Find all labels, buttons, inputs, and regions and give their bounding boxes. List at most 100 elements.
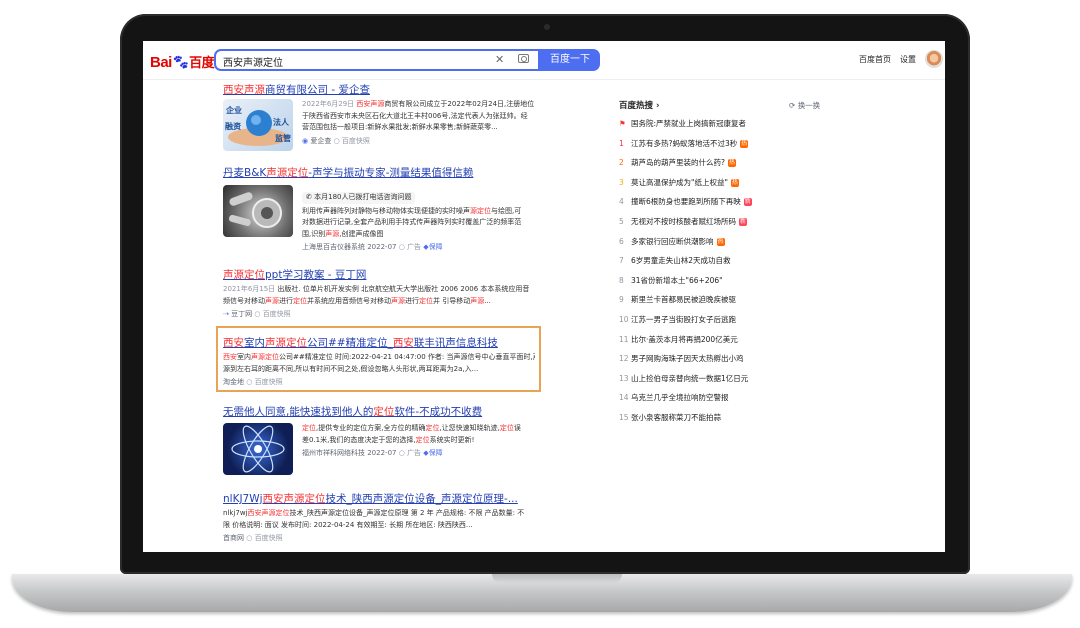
thumb-word: 法人 [273,117,290,127]
hot-text: 国务院:严禁就业上岗搞新冠康复者 [631,119,747,128]
hot-search-item[interactable]: 13 山上捡伯母亲替向统一数据1亿日元 [619,373,748,384]
result-title-link[interactable]: nlKJ7Wj西安声源定位技术_陕西声源定位设备_声源定位原理-... [223,491,543,506]
hot-rank: 1 [619,138,624,148]
result-title-link[interactable]: 声源定位ppt学习教案 - 豆丁网 [223,267,543,282]
abstract-hit: 声源 [265,296,279,305]
result-title-link[interactable]: 丹麦B&K声源定位-声学与振动专家-测量结果值得信赖 [223,165,543,180]
hot-rank: 13 [619,373,629,383]
hot-text: 多家银行回应断供潮影响 [631,236,714,246]
hot-search-item[interactable]: 1 江苏有多热?蚂蚁落地活不过3秒热 [619,138,749,149]
hot-text: 乌克兰几乎全境拉响防空警报 [631,393,729,403]
hot-search-item[interactable]: 4 撞断6根防身也要跑到所随下再映新 [619,196,752,207]
result-item: 西安室内声源定位公司##精准定位_西安联丰讯声信息科技 西安室内声源定位公司##… [223,335,538,387]
title-text: nlKJ7Wj [223,493,263,505]
result-source[interactable]: 上海思百吉仪器系统 2022-07 [302,243,396,251]
kuaizhao-link[interactable]: 百度快照 [255,534,283,542]
abstract-text: ,提供专业的定位方案,全方位的精确 [316,424,426,432]
result-source[interactable]: 福州市祥科网络科技 2022-07 [302,449,396,457]
hot-search-item[interactable]: 2 葫芦岛的葫芦里装的什么药? 热 [619,157,736,168]
refresh-button[interactable]: ⟳ 换一换 [789,100,820,111]
hot-search-item[interactable]: 14 乌克兰几乎全境拉响防空警报 [619,392,729,403]
hot-search-item[interactable]: 11 比尔·盖茨本月将再捐200亿美元 [619,334,738,345]
settings-link[interactable]: 设置 [900,54,916,65]
abstract-text: 系统实时更新! [429,435,475,444]
hot-search-item[interactable]: 6 多家银行回应断供潮影响热 [619,236,725,247]
hot-search-item[interactable]: 12 男子网购海珠子因天太热孵出小鸡 [619,353,744,364]
result-source[interactable]: 首商网 [223,534,244,542]
abstract-text: 并 引导移动 [433,296,471,305]
hot-rank: 8 [619,275,624,285]
search-button[interactable]: 百度一下 [540,49,600,71]
result-item: 无需他人同意,能快速找到他人的定位软件-不成功不收费 定位 ,提供专业的定位方案,… [223,404,543,475]
hot-search-item[interactable]: 8 31省份新增本土"66+206" [619,275,723,286]
abstract-hit: 西安 [223,353,237,361]
hot-search-item[interactable]: 7 6岁男童走失山林2天成功自救 [619,255,731,266]
result-thumbnail[interactable]: 企业 融资 法人 监管 [223,99,293,151]
title-text: 联丰讯声信息科技 [413,337,498,349]
result-source[interactable]: 豆丁网 [231,310,252,318]
hot-rank: 15 [619,413,629,422]
avatar[interactable] [925,50,943,68]
hot-search-item[interactable]: 10 江苏一男子当街殴打女子后逃跑 [619,314,736,325]
hot-search-item[interactable]: 9 斯里兰卡首都易民被迫晚疾被驱 [619,294,736,305]
hot-search-item[interactable]: 3 莫让高温保护成为"纸上权益" 热 [619,177,739,188]
abstract-hit: 声源 [391,296,405,305]
hot-rank: 14 [619,393,629,403]
title-text: 商贸有限公司 - 爱企查 [265,84,370,96]
title-hit: 声源定位 [265,337,307,349]
result-source[interactable]: 淘金地 [223,378,244,386]
abstract-text: 对数据进行记录,全套产品利用手持式传声器阵列实时覆盖广泛的频率范 [302,218,522,226]
hot-search-title[interactable]: 百度热搜 › [619,99,659,111]
guarantee-badge[interactable]: 保障 [429,243,443,251]
result-title-link[interactable]: 无需他人同意,能快速找到他人的定位软件-不成功不收费 [223,404,543,419]
link-icon: ⇢ [223,310,229,318]
kuaizhao-link[interactable]: 百度快照 [255,378,283,386]
guarantee-badge[interactable]: 保障 [429,449,443,457]
refresh-icon: ⟳ [789,101,796,110]
logo-du: 百度 [189,55,215,70]
hot-text: 莫让高温保护成为"纸上权益" [631,177,728,187]
hot-rank: 5 [619,217,624,226]
kuaizhao-link[interactable]: 百度快照 [342,137,370,145]
hot-text: 男子网购海珠子因天太热孵出小鸡 [631,354,744,364]
ad-label: 广告 [407,243,422,251]
hot-badge: 热 [730,178,739,187]
title-hit: 定位 [373,406,395,418]
hot-text: 张小泉客服称菜刀不能拍蒜 [631,413,721,422]
title-text: -声学与振动专家-测量结果值得信赖 [308,167,474,179]
result-title-link[interactable]: 西安室内声源定位公司##精准定位_西安联丰讯声信息科技 [223,335,538,350]
result-item: 丹麦B&K声源定位-声学与振动专家-测量结果值得信赖 ✆ 本月180人已拨打电话… [223,165,543,251]
hot-search-item[interactable]: 15 张小泉客服称菜刀不能拍蒜 [619,412,721,423]
abstract-text: 于陕西省西安市未央区石化大道北王丰村006号,法定代表人为张廷帅。经 [302,111,528,120]
hot-search-item[interactable]: 5 无视对不按时核酸者赋红场所码新 [619,216,747,227]
search-input[interactable]: 西安声源定位 ✕ [214,49,540,71]
hot-badge: 新 [743,198,752,207]
abstract-hit: 西安声源定位 [247,509,290,517]
abstract-text: 围,识别 [302,229,326,238]
microphone-array-icon [229,192,282,228]
abstract-text: ... [484,296,491,305]
hot-text: 葫芦岛的葫芦里装的什么药? [631,158,725,168]
home-link[interactable]: 百度首页 [859,54,891,65]
result-thumbnail[interactable] [223,423,293,475]
abstract-text: ,让您快速知晓轨迹, [439,424,500,432]
baidu-logo[interactable]: Bai🐾︎百度 [150,52,215,71]
close-icon[interactable]: ✕ [495,53,504,66]
title-hit: 西安 [392,337,414,349]
laptop-base [12,574,1072,612]
result-title-link[interactable]: 西安声源商贸有限公司 - 爱企查 [223,82,543,97]
abstract-text: ,创建声成像图 [339,229,384,238]
hot-search-item[interactable]: ⚑ 国务院:严禁就业上岗搞新冠康复者 [619,118,746,129]
hot-badge: 新 [739,218,747,226]
result-source[interactable]: 爱企查 [310,137,331,145]
result-thumbnail[interactable] [223,185,293,237]
abstract-text: 频信号对移动 [223,296,265,305]
ad-label: 广告 [407,449,422,457]
search-query-text: 西安声源定位 [223,58,283,69]
title-hit: 西安声源 [223,84,265,96]
kuaizhao-link[interactable]: 百度快照 [263,310,291,318]
camera-search-icon[interactable] [518,54,529,63]
phone-icon: ✆ [306,193,312,201]
abstract-text: 进行 [405,296,419,305]
abstract-text: 差0.1米,我们的态度决定于您的选择, [302,435,416,444]
